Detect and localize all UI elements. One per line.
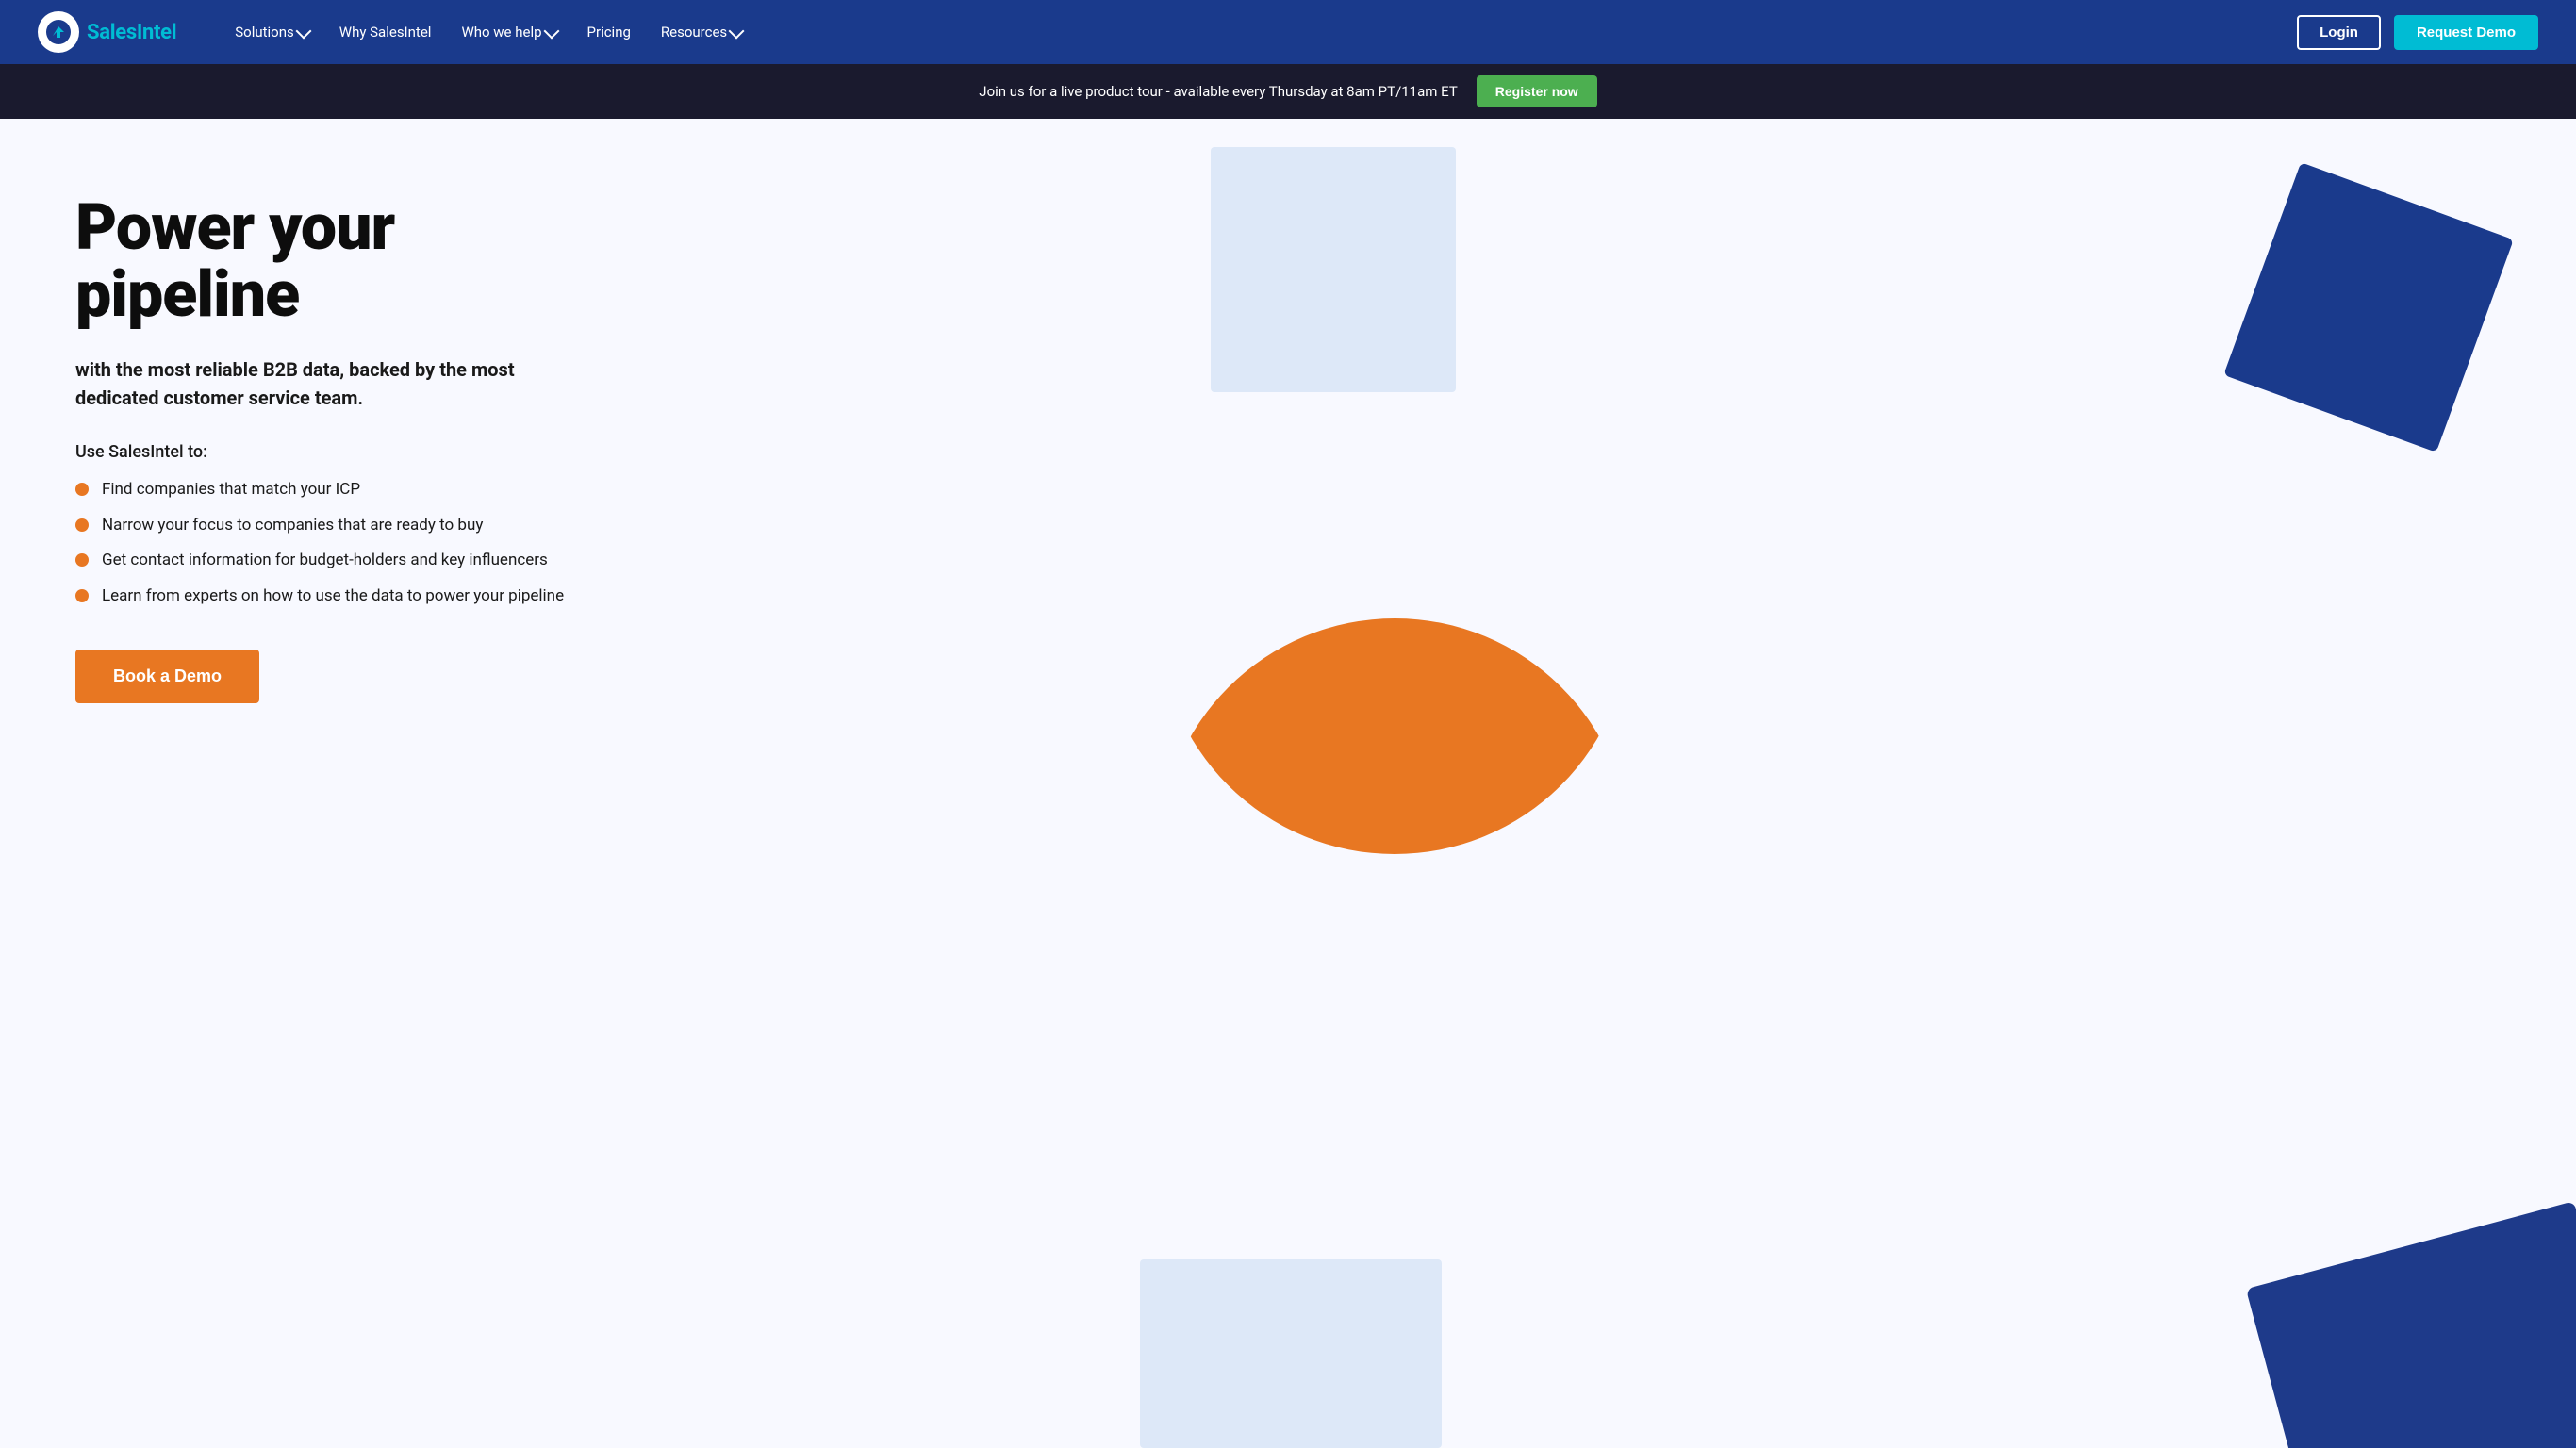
chevron-down-icon xyxy=(729,23,745,39)
list-item: Get contact information for budget-holde… xyxy=(75,550,564,572)
login-button[interactable]: Login xyxy=(2297,15,2381,50)
hero-title: Power your pipeline xyxy=(75,194,564,329)
hero-content: Power your pipeline with the most reliab… xyxy=(75,175,564,703)
logo-link[interactable]: SalesIntel xyxy=(38,11,176,53)
hero-use-label: Use SalesIntel to: xyxy=(75,442,564,462)
nav-actions: Login Request Demo xyxy=(2297,15,2538,50)
register-now-button[interactable]: Register now xyxy=(1477,75,1597,107)
list-item: Narrow your focus to companies that are … xyxy=(75,515,564,537)
nav-item-solutions[interactable]: Solutions xyxy=(222,16,322,48)
list-item: Find companies that match your ICP xyxy=(75,479,564,502)
hero-graphics xyxy=(1159,119,2576,1448)
banner-text: Join us for a live product tour - availa… xyxy=(979,83,1457,100)
nav-item-who-we-help[interactable]: Who we help xyxy=(448,16,570,48)
logo-icon xyxy=(38,11,79,53)
bullet-icon xyxy=(75,518,89,532)
book-demo-button[interactable]: Book a Demo xyxy=(75,650,259,703)
decorative-navy-parallelogram xyxy=(2246,1201,2576,1448)
hero-subtitle: with the most reliable B2B data, backed … xyxy=(75,355,528,412)
nav-item-resources[interactable]: Resources xyxy=(648,16,755,48)
hero-section: Power your pipeline with the most reliab… xyxy=(0,119,2576,1448)
nav-item-pricing[interactable]: Pricing xyxy=(574,16,644,48)
nav-item-why[interactable]: Why SalesIntel xyxy=(326,16,445,48)
chevron-down-icon xyxy=(295,23,311,39)
bullet-icon xyxy=(75,553,89,567)
logo-text: SalesIntel xyxy=(87,21,176,44)
decorative-navy-square xyxy=(2223,162,2514,452)
announcement-banner: Join us for a live product tour - availa… xyxy=(0,64,2576,119)
decorative-orange-semicircle xyxy=(1159,383,1630,854)
chevron-down-icon xyxy=(543,23,559,39)
request-demo-button[interactable]: Request Demo xyxy=(2394,15,2538,50)
hero-feature-list: Find companies that match your ICP Narro… xyxy=(75,479,564,608)
list-item: Learn from experts on how to use the dat… xyxy=(75,585,564,608)
bullet-icon xyxy=(75,483,89,496)
decorative-lightblue-rect-2 xyxy=(1140,1259,1442,1448)
decorative-lightblue-rect xyxy=(1211,147,1456,392)
nav-links: Solutions Why SalesIntel Who we help Pri… xyxy=(222,16,2297,48)
navbar: SalesIntel Solutions Why SalesIntel Who … xyxy=(0,0,2576,64)
bullet-icon xyxy=(75,589,89,602)
